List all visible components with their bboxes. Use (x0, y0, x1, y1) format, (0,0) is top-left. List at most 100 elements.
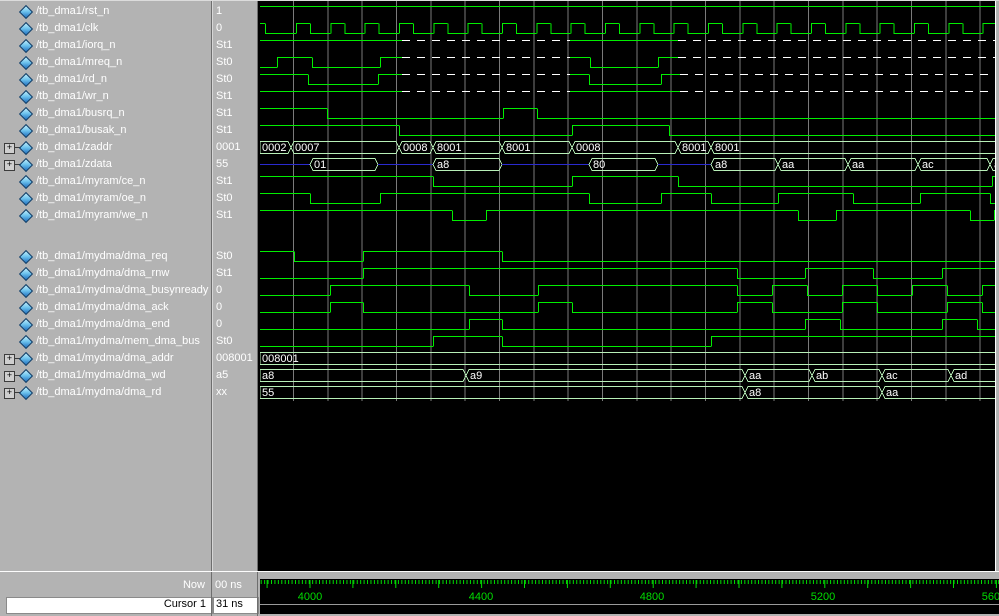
signal-value: St1 (216, 90, 233, 102)
signal-name[interactable]: /tb_dma1/rst_n (36, 5, 109, 17)
signal-value: 0 (216, 318, 222, 330)
signal-name[interactable]: /tb_dma1/wr_n (36, 90, 109, 102)
svg-text:008001: 008001 (262, 353, 299, 365)
expand-plus-icon[interactable]: + (4, 354, 15, 365)
signal-value: St0 (216, 250, 233, 262)
signal-row[interactable]: /tb_dma1/mydma/dma_rnw (0, 265, 211, 282)
signal-row[interactable]: + /tb_dma1/zdata (0, 156, 211, 173)
signal-diamond-icon (19, 141, 33, 155)
signal-name[interactable]: /tb_dma1/iorq_n (36, 39, 116, 51)
signal-diamond-icon (19, 39, 33, 53)
signal-value-row: St1 (213, 37, 257, 54)
signal-diamond-icon (19, 175, 33, 189)
signal-row[interactable]: /tb_dma1/mydma/dma_req (0, 248, 211, 265)
svg-text:0007: 0007 (295, 142, 319, 154)
value-wave-divider[interactable] (257, 1, 258, 571)
bottom-divider-2 (257, 572, 258, 616)
signal-value-row: xx (213, 384, 257, 401)
wave-panel-right-edge (995, 1, 999, 571)
time-ruler[interactable]: 40004400480052005600 (260, 579, 999, 614)
signal-row[interactable]: + /tb_dma1/zaddr (0, 139, 211, 156)
signal-value-row: St0 (213, 333, 257, 350)
svg-text:0008: 0008 (576, 142, 600, 154)
signal-value: St1 (216, 209, 233, 221)
signal-row[interactable]: /tb_dma1/rd_n (0, 71, 211, 88)
signal-row[interactable]: /tb_dma1/busrq_n (0, 105, 211, 122)
signal-name[interactable]: /tb_dma1/mydma/dma_addr (36, 352, 174, 364)
svg-text:8001: 8001 (437, 142, 461, 154)
signal-name[interactable]: /tb_dma1/mydma/dma_ack (36, 301, 169, 313)
signal-name[interactable]: /tb_dma1/mydma/dma_req (36, 250, 167, 262)
signal-name[interactable]: /tb_dma1/zdata (36, 158, 112, 170)
signal-name[interactable]: /tb_dma1/mydma/dma_busynready (36, 284, 208, 296)
signal-row[interactable]: /tb_dma1/busak_n (0, 122, 211, 139)
signal-name[interactable]: /tb_dma1/mydma/mem_dma_bus (36, 335, 200, 347)
signal-name[interactable]: /tb_dma1/mydma/dma_wd (36, 369, 166, 381)
signal-row[interactable]: + /tb_dma1/mydma/dma_addr (0, 350, 211, 367)
signal-value-row: St0 (213, 190, 257, 207)
signal-row[interactable]: /tb_dma1/myram/we_n (0, 207, 211, 224)
svg-text:aa: aa (852, 159, 865, 171)
signal-row[interactable]: /tb_dma1/myram/oe_n (0, 190, 211, 207)
signal-row[interactable]: + /tb_dma1/mydma/dma_rd (0, 384, 211, 401)
signal-name[interactable]: /tb_dma1/busak_n (36, 124, 127, 136)
expand-plus-icon[interactable]: + (4, 143, 15, 154)
signal-value: xx (216, 386, 227, 398)
signal-value-row: 55 (213, 156, 257, 173)
signal-name[interactable]: /tb_dma1/myram/oe_n (36, 192, 146, 204)
waveform-canvas[interactable]: 0002000700088001800100088001800101a880a8… (260, 1, 999, 571)
signal-diamond-icon (19, 369, 33, 383)
signal-value-row: 1 (213, 3, 257, 20)
signal-name[interactable]: /tb_dma1/clk (36, 22, 98, 34)
signal-row[interactable]: /tb_dma1/clk (0, 20, 211, 37)
signal-value: 0 (216, 22, 222, 34)
signal-value: 0 (216, 301, 222, 313)
signal-row[interactable]: /tb_dma1/mydma/dma_end (0, 316, 211, 333)
expand-plus-icon[interactable]: + (4, 388, 15, 399)
signal-diamond-icon (19, 250, 33, 264)
signal-name[interactable]: /tb_dma1/zaddr (36, 141, 112, 153)
svg-text:55: 55 (262, 387, 274, 399)
signal-value-row: St1 (213, 105, 257, 122)
signal-value: St0 (216, 335, 233, 347)
signal-name[interactable]: /tb_dma1/myram/ce_n (36, 175, 145, 187)
signal-value-row: 0 (213, 299, 257, 316)
signal-value-row: 0 (213, 316, 257, 333)
signal-row[interactable]: /tb_dma1/mydma/mem_dma_bus (0, 333, 211, 350)
signal-value-row: St1 (213, 122, 257, 139)
now-label: Now (0, 579, 211, 595)
ruler-time-label: 5200 (811, 591, 835, 603)
signal-row[interactable]: /tb_dma1/wr_n (0, 88, 211, 105)
ruler-time-label: 4000 (298, 591, 322, 603)
svg-text:aa: aa (886, 387, 899, 399)
cursor1-label[interactable]: Cursor 1 (6, 597, 213, 614)
signal-row[interactable]: /tb_dma1/mydma/dma_ack (0, 299, 211, 316)
signal-diamond-icon (19, 158, 33, 172)
signal-row[interactable]: /tb_dma1/rst_n (0, 3, 211, 20)
signal-row[interactable]: /tb_dma1/iorq_n (0, 37, 211, 54)
signal-diamond-icon (19, 107, 33, 121)
ruler-time-label: 4400 (469, 591, 493, 603)
expand-plus-icon[interactable]: + (4, 371, 15, 382)
signal-name[interactable]: /tb_dma1/myram/we_n (36, 209, 148, 221)
signal-row[interactable]: /tb_dma1/myram/ce_n (0, 173, 211, 190)
signal-name[interactable]: /tb_dma1/mreq_n (36, 56, 122, 68)
expand-plus-icon[interactable]: + (4, 160, 15, 171)
signal-value-row: St0 (213, 248, 257, 265)
signal-row[interactable]: + /tb_dma1/mydma/dma_wd (0, 367, 211, 384)
signal-diamond-icon (19, 90, 33, 104)
signal-value-row: 0 (213, 20, 257, 37)
svg-text:ac: ac (886, 370, 898, 382)
signal-name[interactable]: /tb_dma1/mydma/dma_rd (36, 386, 161, 398)
cursor1-value: 31 ns (213, 597, 259, 614)
signal-row[interactable]: /tb_dma1/mreq_n (0, 54, 211, 71)
signal-row[interactable]: /tb_dma1/mydma/dma_busynready (0, 282, 211, 299)
svg-text:aa: aa (782, 159, 795, 171)
signal-name[interactable]: /tb_dma1/mydma/dma_rnw (36, 267, 169, 279)
signal-name-panel[interactable]: /tb_dma1/rst_n/tb_dma1/clk/tb_dma1/iorq_… (0, 1, 211, 571)
signal-name[interactable]: /tb_dma1/mydma/dma_end (36, 318, 170, 330)
signal-name[interactable]: /tb_dma1/rd_n (36, 73, 107, 85)
svg-text:8001: 8001 (715, 142, 739, 154)
signal-name[interactable]: /tb_dma1/busrq_n (36, 107, 125, 119)
signal-value: St1 (216, 107, 233, 119)
